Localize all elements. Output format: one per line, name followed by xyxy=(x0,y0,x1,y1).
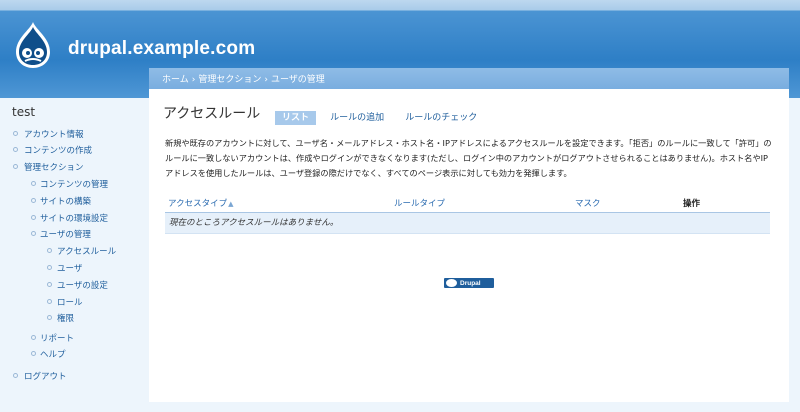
sidebar-item[interactable]: ログアウト xyxy=(24,370,67,382)
sidebar-item[interactable]: アクセスルール xyxy=(57,245,116,257)
sidebar-bullet-icon xyxy=(31,215,36,220)
sidebar-bullet-icon xyxy=(13,147,18,152)
breadcrumb-separator: › xyxy=(264,75,268,85)
column-operations: 操作 xyxy=(683,199,701,209)
sidebar-bullet-icon xyxy=(31,335,36,340)
breadcrumb-home[interactable]: ホーム xyxy=(162,75,189,85)
sort-asc-icon: ▲ xyxy=(228,200,234,208)
site-name-link[interactable]: drupal.example.com xyxy=(68,38,255,60)
sidebar-bullet-icon xyxy=(47,265,52,270)
sidebar-bullet-icon xyxy=(47,315,52,320)
drupal-drop-icon[interactable] xyxy=(12,20,54,70)
tab-add-rule[interactable]: ルールの追加 xyxy=(323,111,391,125)
sidebar-bullet-icon xyxy=(31,181,36,186)
help-text: 新規や既存のアカウントに対して、ユーザ名・メールアドレス・ホスト名・IPアドレス… xyxy=(165,138,772,178)
breadcrumb-separator: › xyxy=(191,75,196,85)
sidebar-bullet-icon xyxy=(13,164,18,169)
breadcrumb-bar: ホーム › 管理セクション › ユーザの管理 xyxy=(149,68,789,89)
sidebar-item[interactable]: ユーザの管理 xyxy=(40,228,91,240)
powered-label: Drupal xyxy=(460,279,481,287)
sidebar-bullet-icon xyxy=(47,282,52,287)
access-rules-table: アクセスタイプ▲ ルールタイプ マスク 操作 現在のところアクセスルールはありま… xyxy=(165,194,770,234)
page-title: アクセスルール xyxy=(163,106,261,122)
sidebar-item[interactable]: サイトの構築 xyxy=(40,195,91,207)
table-header: アクセスタイプ▲ ルールタイプ マスク 操作 xyxy=(165,194,770,213)
sidebar-bullet-icon xyxy=(31,198,36,203)
sidebar-bullet-icon xyxy=(13,131,18,136)
sidebar-item[interactable]: コンテンツの作成 xyxy=(24,144,92,156)
empty-message-row: 現在のところアクセスルールはありません。 xyxy=(165,213,770,234)
sidebar-item[interactable]: ロール xyxy=(57,296,83,308)
sidebar-bullet-icon xyxy=(31,351,36,356)
tab-bar: リスト ルールの追加 ルールのチェック xyxy=(275,105,486,125)
breadcrumb-user-management[interactable]: ユーザの管理 xyxy=(271,75,325,85)
tab-check-rule[interactable]: ルールのチェック xyxy=(398,111,484,125)
sidebar-item[interactable]: コンテンツの管理 xyxy=(40,178,108,190)
tab-list[interactable]: リスト xyxy=(275,111,317,125)
column-mask[interactable]: マスク xyxy=(575,197,601,209)
sidebar-item[interactable]: サイトの環境設定 xyxy=(40,212,108,224)
breadcrumb-admin[interactable]: 管理セクション xyxy=(198,75,261,85)
column-access-type[interactable]: アクセスタイプ▲ xyxy=(168,197,233,209)
drupal-mini-icon xyxy=(446,279,457,287)
sidebar-username: test xyxy=(12,105,36,119)
sidebar-bullet-icon xyxy=(13,373,18,378)
sidebar-item[interactable]: ヘルプ xyxy=(40,348,66,360)
sidebar-bullet-icon xyxy=(47,299,52,304)
content-panel: ホーム › 管理セクション › ユーザの管理 アクセスルール リスト ルールの追加 ルー… xyxy=(149,68,789,402)
sidebar-item[interactable]: 管理セクション xyxy=(24,161,84,173)
powered-by-drupal-badge[interactable]: Drupal xyxy=(444,278,494,288)
breadcrumb: ホーム › 管理セクション › ユーザの管理 xyxy=(162,72,325,85)
sidebar-item[interactable]: リポート xyxy=(40,332,74,344)
sidebar-bullet-icon xyxy=(31,231,36,236)
sidebar-item[interactable]: ユーザ xyxy=(57,262,82,274)
column-rule-type[interactable]: ルールタイプ xyxy=(394,197,445,209)
sidebar-item[interactable]: ユーザの設定 xyxy=(57,279,108,291)
sidebar-item[interactable]: 権限 xyxy=(57,312,74,324)
sidebar-bullet-icon xyxy=(47,248,52,253)
sidebar-item[interactable]: アカウント情報 xyxy=(24,128,84,140)
